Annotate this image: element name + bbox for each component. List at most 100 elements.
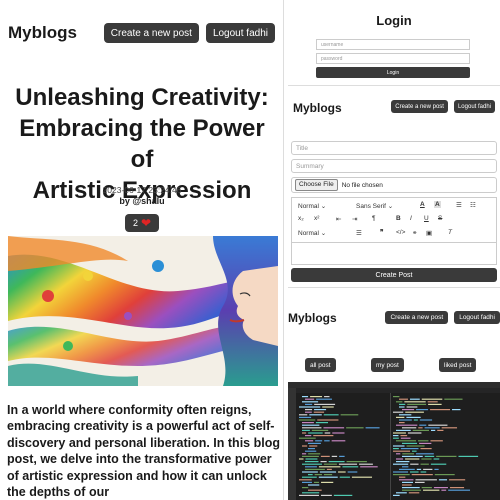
code-token <box>419 419 433 421</box>
code-token <box>331 440 346 442</box>
tab-liked-post[interactable]: liked post <box>439 358 477 372</box>
code-token <box>404 401 426 403</box>
tab-all-post[interactable]: all post <box>305 358 336 372</box>
summary-input[interactable]: Summary <box>291 159 497 173</box>
code-token <box>305 435 312 437</box>
logout-button[interactable]: Logout fadhi <box>453 100 495 113</box>
choose-file-button[interactable]: Choose File <box>295 179 338 191</box>
logout-button[interactable]: Logout fadhi <box>205 23 275 43</box>
superscript-icon[interactable]: x² <box>314 215 319 222</box>
code-token <box>448 489 471 491</box>
code-token <box>302 445 308 447</box>
code-token <box>421 398 443 400</box>
code-token <box>409 471 419 473</box>
bullet-list-icon[interactable]: ☷ <box>470 201 476 209</box>
site-brand[interactable]: Myblogs <box>293 101 342 115</box>
code-token <box>313 411 325 413</box>
strike-icon[interactable]: S <box>438 215 442 222</box>
code-token <box>402 489 422 491</box>
create-post-button[interactable]: Create a new post <box>391 100 448 113</box>
title-placeholder: Title <box>296 144 309 152</box>
indent-icon[interactable]: ⇥ <box>352 215 357 223</box>
code-token <box>316 398 332 400</box>
file-upload: Choose File No file chosen <box>291 177 497 193</box>
code-token <box>418 440 429 442</box>
code-token <box>430 463 447 465</box>
login-title: Login <box>376 13 412 28</box>
code-token <box>441 489 447 491</box>
code-token <box>407 403 427 405</box>
editor-content-area[interactable] <box>292 243 496 265</box>
code-token <box>427 401 438 403</box>
code-token <box>424 427 440 429</box>
site-brand[interactable]: Myblogs <box>8 23 77 43</box>
post-cover-image <box>8 236 278 386</box>
title-input[interactable]: Title <box>291 141 497 155</box>
code-token <box>402 484 412 486</box>
code-token <box>308 432 323 434</box>
code-token <box>423 468 433 470</box>
code-token <box>318 466 341 468</box>
login-button[interactable]: Login <box>316 67 470 78</box>
code-token <box>419 442 432 444</box>
blockquote-icon[interactable]: ❞ <box>380 228 384 236</box>
code-token <box>333 494 353 496</box>
size-select[interactable]: Normal ⌄ <box>298 229 326 237</box>
code-token <box>302 453 307 455</box>
code-token <box>411 474 433 476</box>
ordered-list-icon[interactable]: ☰ <box>456 201 462 209</box>
subscript-icon[interactable]: x₂ <box>298 215 304 222</box>
font-select[interactable]: Sans Serif ⌄ <box>356 202 393 210</box>
code-token <box>359 463 373 465</box>
username-input[interactable]: username <box>316 39 470 50</box>
create-post-submit-button[interactable]: Create Post <box>291 268 497 282</box>
code-token <box>396 458 404 460</box>
like-button[interactable]: 2 ❤ <box>125 214 159 232</box>
text-color-icon[interactable]: A <box>420 201 425 208</box>
code-token <box>393 437 399 439</box>
code-token <box>305 450 317 452</box>
code-token <box>410 463 419 465</box>
code-token <box>406 406 418 408</box>
code-token <box>305 466 317 468</box>
code-lines <box>299 396 479 496</box>
site-brand[interactable]: Myblogs <box>288 311 337 325</box>
code-token <box>339 455 345 457</box>
logout-button[interactable]: Logout fadhi <box>454 311 500 324</box>
code-token <box>299 458 304 460</box>
italic-icon[interactable]: I <box>410 215 412 222</box>
code-token <box>393 463 409 465</box>
code-token <box>402 442 418 444</box>
code-token <box>399 422 405 424</box>
code-token <box>299 437 316 439</box>
link-icon[interactable]: ⚭ <box>412 229 417 237</box>
code-token <box>399 403 406 405</box>
tab-my-post[interactable]: my post <box>371 358 404 372</box>
rtl-icon[interactable]: ¶ <box>372 215 376 222</box>
code-token <box>399 419 412 421</box>
underline-icon[interactable]: U <box>424 215 429 222</box>
code-token <box>393 432 406 434</box>
code-token <box>305 458 318 460</box>
create-post-button[interactable]: Create a new post <box>103 23 199 43</box>
password-input[interactable]: password <box>316 53 470 64</box>
outdent-icon[interactable]: ⇤ <box>336 215 341 223</box>
code-token <box>319 471 337 473</box>
align-icon[interactable]: ☰ <box>356 229 362 237</box>
create-post-button[interactable]: Create a new post <box>385 311 449 324</box>
header-select[interactable]: Normal ⌄ <box>298 202 326 210</box>
code-token <box>433 458 440 460</box>
code-token <box>399 398 408 400</box>
code-token <box>340 414 359 416</box>
image-icon[interactable]: ▣ <box>426 229 432 237</box>
code-token <box>302 424 320 426</box>
code-block-icon[interactable]: </> <box>396 229 405 236</box>
clear-format-icon[interactable]: T <box>448 229 452 236</box>
code-token <box>420 448 432 450</box>
code-token <box>317 419 339 421</box>
code-token <box>324 432 331 434</box>
background-color-icon[interactable]: A <box>434 201 441 208</box>
password-placeholder: password <box>321 55 343 62</box>
code-token <box>346 427 364 429</box>
bold-icon[interactable]: B <box>396 215 401 222</box>
